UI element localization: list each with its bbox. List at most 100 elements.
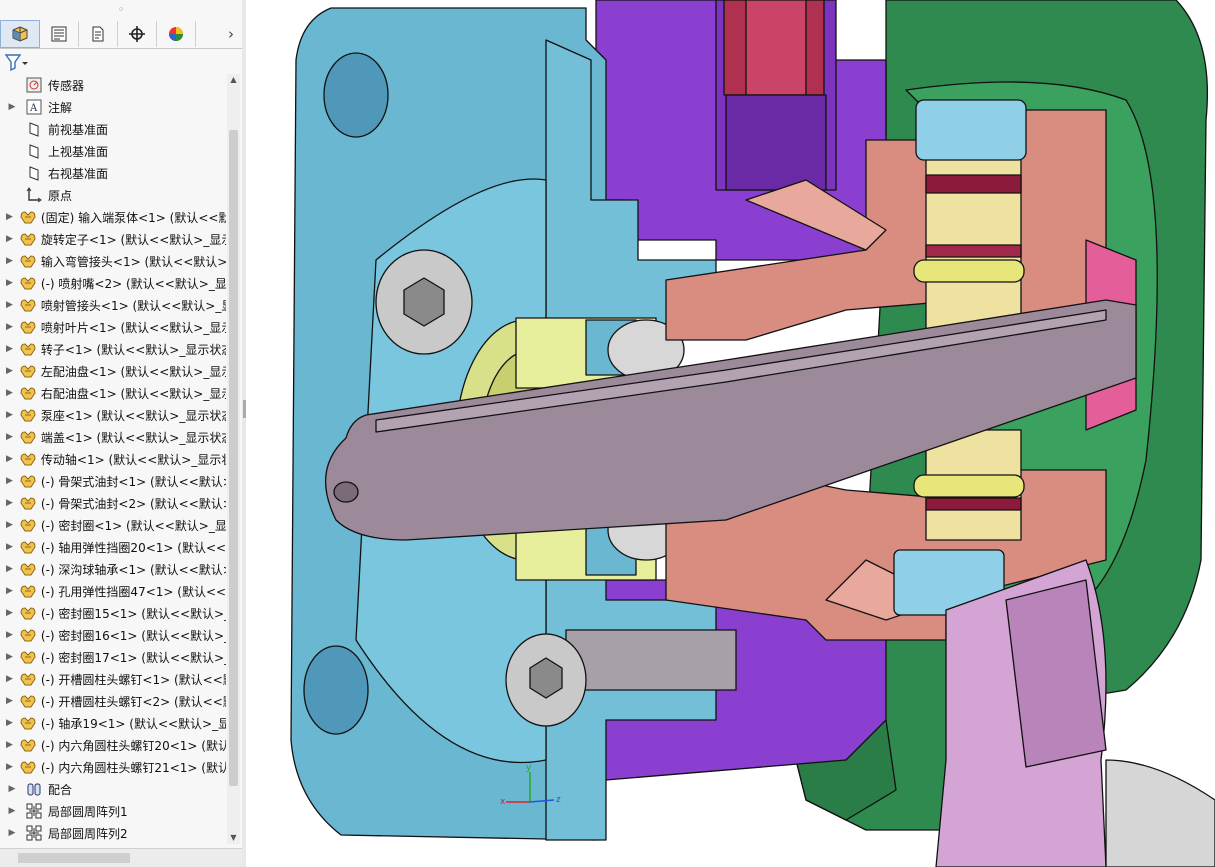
grip-glyph: ◦ bbox=[117, 2, 125, 16]
expand-arrow-icon[interactable]: ▶ bbox=[6, 542, 13, 552]
expand-arrow-icon[interactable]: ▶ bbox=[6, 476, 13, 486]
tree-item[interactable]: ▶ 旋转定子<1> (默认<<默认>_显示状态 1>) bbox=[0, 228, 226, 250]
tree-horizontal-scrollbar[interactable] bbox=[0, 848, 242, 867]
scroll-down-icon[interactable]: ▼ bbox=[227, 832, 240, 844]
tree-filter[interactable] bbox=[4, 50, 28, 74]
part-icon bbox=[19, 318, 37, 336]
tree-item[interactable]: ▶ (-) 孔用弹性挡圈47<1> (默认<<默认>_显示状态 1>) bbox=[0, 580, 226, 602]
part-icon bbox=[19, 560, 37, 578]
expand-arrow-icon[interactable]: ▶ bbox=[6, 696, 13, 706]
scrollbar-thumb[interactable] bbox=[229, 130, 238, 786]
tree-item[interactable]: ▶ 右配油盘<1> (默认<<默认>_显示状态 1>) bbox=[0, 382, 226, 404]
part-icon bbox=[19, 736, 37, 754]
expand-arrow-icon[interactable]: ▶ bbox=[6, 828, 18, 838]
vane-stack-bottom-red bbox=[925, 497, 1022, 511]
tree-item[interactable]: ▶ (-) 开槽圆柱头螺钉<2> (默认<<默认>_显示状态 1>) bbox=[0, 690, 226, 712]
expand-arrow-icon[interactable]: ▶ bbox=[6, 564, 13, 574]
purple-bore-top bbox=[725, 94, 827, 191]
tree-item[interactable]: ▶ (-) 密封圈15<1> (默认<<默认>_显示状态 1>) bbox=[0, 602, 226, 624]
expand-arrow-icon[interactable]: ▶ bbox=[6, 498, 13, 508]
expand-arrow-icon[interactable]: ▶ bbox=[6, 432, 13, 442]
part-icon bbox=[19, 714, 37, 732]
feature-tree: 传感器 ▶ A 注解 前视基准面 上视基准面右视基准面原点 ▶ (固定) 输入端泵体<1> (… bbox=[0, 74, 226, 844]
tree-item[interactable]: 右视基准面 bbox=[0, 162, 226, 184]
tree-item[interactable]: ▶ 局部圆周阵列2 bbox=[0, 822, 226, 844]
expand-arrow-icon[interactable]: ▶ bbox=[6, 674, 13, 684]
tree-item[interactable]: ▶ 泵座<1> (默认<<默认>_显示状态 1>) bbox=[0, 404, 226, 426]
expand-arrow-icon[interactable]: ▶ bbox=[6, 234, 13, 244]
tree-item[interactable]: ▶ 传动轴<1> (默认<<默认>_显示状态 1>) bbox=[0, 448, 226, 470]
tree-item[interactable]: ▶ (-) 内六角圆柱头螺钉20<1> (默认<<默认>_显示状态 1>) bbox=[0, 734, 226, 756]
tab-feature-manager[interactable] bbox=[0, 20, 40, 48]
tree-item[interactable]: 上视基准面 bbox=[0, 140, 226, 162]
tree-item[interactable]: ▶ A 注解 bbox=[0, 96, 226, 118]
tree-item-label: 右视基准面 bbox=[48, 166, 109, 181]
tab-display-manager[interactable] bbox=[157, 21, 196, 47]
tree-vertical-scrollbar[interactable]: ▲ ▼ bbox=[227, 74, 240, 844]
tree-item[interactable]: ▶ 配合 bbox=[0, 778, 226, 800]
tabs-more-button[interactable]: › bbox=[220, 21, 242, 47]
tree-item[interactable]: ▶ (-) 开槽圆柱头螺钉<1> (默认<<默认>_显示状态 1>) bbox=[0, 668, 226, 690]
panel-grip[interactable]: ◦ bbox=[0, 0, 242, 18]
tree-item[interactable]: ▶ 喷射叶片<1> (默认<<默认>_显示状态 1>) bbox=[0, 316, 226, 338]
tree-item[interactable]: 前视基准面 bbox=[0, 118, 226, 140]
expand-arrow-icon[interactable]: ▶ bbox=[6, 300, 13, 310]
origin-icon bbox=[24, 186, 44, 204]
tree-item[interactable]: ▶ 转子<1> (默认<<默认>_显示状态 1>) bbox=[0, 338, 226, 360]
tree-item[interactable]: ▶ 输入弯管接头<1> (默认<<默认>_显示状态 1>) bbox=[0, 250, 226, 272]
part-icon bbox=[19, 428, 37, 446]
graphics-area[interactable]: y x z bbox=[246, 0, 1215, 867]
tree-item[interactable]: ▶ (-) 骨架式油封<1> (默认<<默认>_显示状态 1>) bbox=[0, 470, 226, 492]
expand-arrow-icon[interactable]: ▶ bbox=[6, 784, 18, 794]
shaft-end-hole bbox=[333, 481, 359, 503]
tree-item[interactable]: 传感器 bbox=[0, 74, 226, 96]
expand-arrow-icon[interactable]: ▶ bbox=[6, 454, 13, 464]
tree-item[interactable]: ▶ (-) 内六角圆柱头螺钉21<1> (默认<<默认>_显示状态 1>) bbox=[0, 756, 226, 778]
tree-item[interactable]: ▶ 喷射管接头<1> (默认<<默认>_显示状态 1>) bbox=[0, 294, 226, 316]
hscrollbar-thumb[interactable] bbox=[18, 853, 130, 863]
expand-arrow-icon[interactable]: ▶ bbox=[6, 366, 13, 376]
tree-item[interactable]: ▶ (-) 密封圈17<1> (默认<<默认>_显示状态 1>) bbox=[0, 646, 226, 668]
expand-arrow-icon[interactable]: ▶ bbox=[6, 740, 13, 750]
tree-item-label: 传感器 bbox=[48, 78, 85, 93]
triad-z-label: z bbox=[556, 795, 561, 805]
expand-arrow-icon[interactable]: ▶ bbox=[6, 212, 13, 222]
tree-item[interactable]: ▶ 左配油盘<1> (默认<<默认>_显示状态 1>) bbox=[0, 360, 226, 382]
tree-item[interactable]: ▶ (-) 轴用弹性挡圈20<1> (默认<<默认>_显示状态 1>) bbox=[0, 536, 226, 558]
part-icon bbox=[19, 516, 37, 534]
tree-item[interactable]: ▶ 端盖<1> (默认<<默认>_显示状态 1>) bbox=[0, 426, 226, 448]
expand-arrow-icon[interactable]: ▶ bbox=[6, 102, 18, 112]
expand-arrow-icon[interactable]: ▶ bbox=[6, 718, 13, 728]
expand-arrow-icon[interactable]: ▶ bbox=[6, 608, 13, 618]
tree-item[interactable]: ▶ (-) 深沟球轴承<1> (默认<<默认>_显示状态 1>) bbox=[0, 558, 226, 580]
part-icon bbox=[19, 406, 37, 424]
tree-item[interactable]: ▶ (-) 密封圈16<1> (默认<<默认>_显示状态 1>) bbox=[0, 624, 226, 646]
tab-property-manager[interactable] bbox=[40, 21, 79, 47]
tree-item[interactable]: ▶ (-) 轴承19<1> (默认<<默认>_显示状态 1>) bbox=[0, 712, 226, 734]
expand-arrow-icon[interactable]: ▶ bbox=[6, 762, 13, 772]
expand-arrow-icon[interactable]: ▶ bbox=[6, 344, 13, 354]
tree-item[interactable]: ▶ (固定) 输入端泵体<1> (默认<<默认>_显示状态 1>) bbox=[0, 206, 226, 228]
expand-arrow-icon[interactable]: ▶ bbox=[6, 586, 13, 596]
tree-item[interactable]: ▶ (-) 喷射嘴<2> (默认<<默认>_显示状态 1>) bbox=[0, 272, 226, 294]
tree-item[interactable]: ▶ (-) 骨架式油封<2> (默认<<默认>_显示状态 1>) bbox=[0, 492, 226, 514]
pattern-icon bbox=[24, 824, 44, 842]
tree-item[interactable]: ▶ (-) 密封圈<1> (默认<<默认>_显示状态 1>) bbox=[0, 514, 226, 536]
expand-arrow-icon[interactable]: ▶ bbox=[6, 278, 13, 288]
expand-arrow-icon[interactable]: ▶ bbox=[6, 256, 13, 266]
part-icon bbox=[19, 252, 37, 270]
expand-arrow-icon[interactable]: ▶ bbox=[6, 630, 13, 640]
tab-configuration-manager[interactable] bbox=[79, 21, 118, 47]
cyan-bolt-hole-top bbox=[323, 52, 389, 138]
expand-arrow-icon[interactable]: ▶ bbox=[6, 388, 13, 398]
scroll-up-icon[interactable]: ▲ bbox=[227, 74, 240, 86]
part-icon bbox=[19, 362, 37, 380]
expand-arrow-icon[interactable]: ▶ bbox=[6, 322, 13, 332]
expand-arrow-icon[interactable]: ▶ bbox=[6, 410, 13, 420]
tree-item[interactable]: ▶ 局部圆周阵列1 bbox=[0, 800, 226, 822]
expand-arrow-icon[interactable]: ▶ bbox=[6, 652, 13, 662]
expand-arrow-icon[interactable]: ▶ bbox=[6, 520, 13, 530]
tab-dimxpert[interactable] bbox=[118, 21, 157, 47]
expand-arrow-icon[interactable]: ▶ bbox=[6, 806, 18, 816]
tree-item[interactable]: 原点 bbox=[0, 184, 226, 206]
